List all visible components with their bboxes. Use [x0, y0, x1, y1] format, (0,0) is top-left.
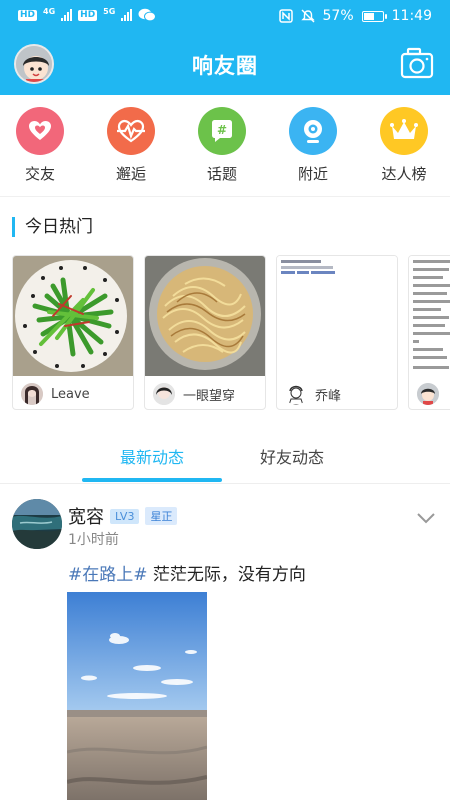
- tab-latest[interactable]: 最新动态: [82, 444, 222, 468]
- post-time: 1小时前: [68, 532, 119, 548]
- webcam-icon: [289, 107, 337, 155]
- category-fujin[interactable]: 附近: [273, 107, 353, 184]
- category-label: 交友: [24, 165, 55, 183]
- network-type-2: 5G: [103, 6, 116, 16]
- post-hashtag[interactable]: #在路上#: [68, 565, 148, 585]
- hot-card-image: [277, 256, 397, 376]
- hot-card-footer: 一眼望穿: [145, 378, 265, 409]
- status-bar: HD 4G HD 5G 57% 11:49: [0, 0, 450, 34]
- category-darenbang[interactable]: 达人榜: [364, 107, 444, 184]
- status-left: HD 4G HD 5G: [18, 6, 157, 22]
- crown-icon: [380, 107, 428, 155]
- user-avatar: [285, 383, 307, 405]
- category-huati[interactable]: # 话题: [182, 107, 262, 184]
- heart-icon: [16, 107, 64, 155]
- hot-card[interactable]: 乔峰: [276, 255, 398, 410]
- heartbeat-icon: [107, 107, 155, 155]
- post-avatar[interactable]: [12, 499, 62, 549]
- category-bar: 交友 邂逅 # 话题 附近 达人榜: [0, 95, 450, 197]
- level-badge: LV3: [110, 508, 140, 524]
- mute-bell-icon: [300, 9, 315, 23]
- category-label: 达人榜: [381, 165, 427, 183]
- post-content: #在路上# 茫茫无际，没有方向: [68, 560, 306, 585]
- chevron-down-icon[interactable]: [416, 511, 436, 525]
- user-avatar: [417, 383, 439, 405]
- hot-card[interactable]: [408, 255, 450, 410]
- camera-icon[interactable]: [400, 46, 434, 80]
- category-jiaoyou[interactable]: 交友: [0, 107, 80, 184]
- post-username[interactable]: 宽容: [68, 503, 104, 529]
- user-avatar: [153, 383, 175, 405]
- post-image[interactable]: [67, 592, 207, 800]
- post-user-row: 宽容 LV3 星正: [68, 503, 178, 529]
- category-label: 邂逅: [115, 165, 146, 183]
- hd-badge-2: HD: [78, 9, 98, 21]
- category-label: 附近: [297, 165, 328, 183]
- section-title-hot: 今日热门: [12, 217, 93, 237]
- hot-card-image: [13, 256, 133, 376]
- post-text: 茫茫无际，没有方向: [147, 565, 306, 585]
- signal-icon: [61, 9, 73, 21]
- category-xiehou[interactable]: 邂逅: [91, 107, 171, 184]
- hashtag-icon: #: [198, 107, 246, 155]
- network-type-1: 4G: [43, 6, 56, 16]
- app-header: 响友圈: [0, 34, 450, 95]
- hot-card-username: Leave: [51, 386, 90, 402]
- hot-card-image: [409, 256, 450, 376]
- user-avatar: [21, 383, 43, 405]
- battery-percent: 57%: [322, 8, 354, 24]
- signal-icon-2: [121, 9, 133, 21]
- hot-card-image: [145, 256, 265, 376]
- verified-badge: 星正: [145, 507, 178, 525]
- feed-post: 宽容 LV3 星正 1小时前 #在路上# 茫茫无际，没有方向: [0, 485, 450, 800]
- status-right: 57% 11:49: [278, 8, 432, 24]
- hot-card[interactable]: 一眼望穿: [144, 255, 266, 410]
- nfc-icon: [278, 9, 293, 23]
- hot-card-footer: [409, 378, 450, 409]
- feed-tabs: 最新动态 好友动态: [0, 432, 450, 484]
- hot-card-footer: Leave: [13, 378, 133, 409]
- tab-friends[interactable]: 好友动态: [222, 444, 362, 468]
- clock: 11:49: [391, 8, 432, 24]
- category-label: 话题: [206, 165, 237, 183]
- page-title: 响友圈: [192, 54, 258, 78]
- hot-card-footer: 乔峰: [277, 378, 397, 409]
- hot-card[interactable]: Leave: [12, 255, 134, 410]
- hot-card-username: 一眼望穿: [183, 388, 236, 404]
- battery-icon: [361, 10, 387, 22]
- hot-card-list: Leave 一眼望穿 乔峰: [12, 255, 450, 412]
- hd-badge: HD: [18, 9, 38, 21]
- hot-card-username: 乔峰: [315, 388, 342, 404]
- wechat-icon: [138, 8, 157, 22]
- active-tab-indicator: [82, 478, 222, 482]
- svg-text:#: #: [217, 123, 227, 137]
